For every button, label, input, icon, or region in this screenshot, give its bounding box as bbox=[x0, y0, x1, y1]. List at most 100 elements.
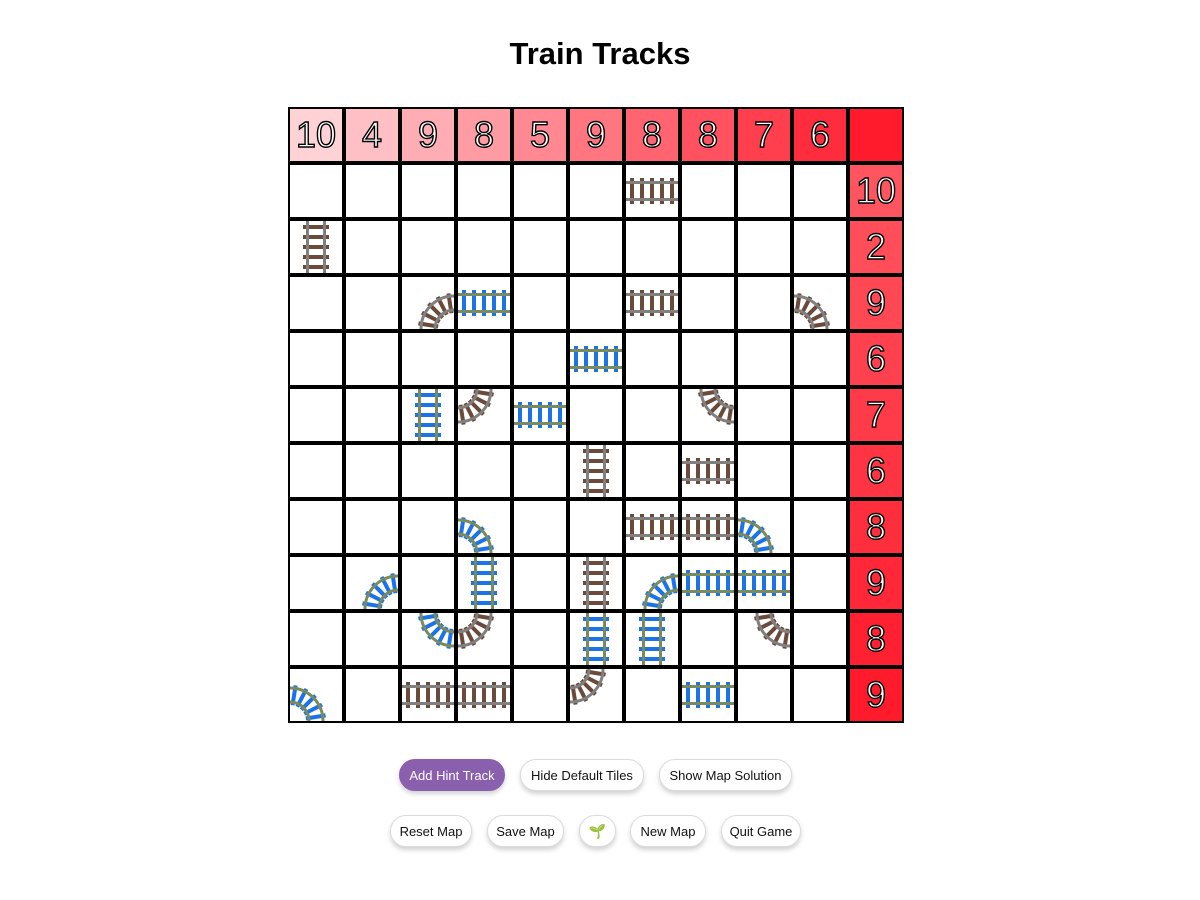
grid-cell-r8-c3[interactable] bbox=[400, 555, 456, 611]
grid-cell-r10-c7[interactable] bbox=[624, 667, 680, 723]
grid-cell-r8-c7[interactable] bbox=[624, 555, 680, 611]
grid-cell-r7-c4[interactable] bbox=[456, 499, 512, 555]
grid-cell-r2-c7[interactable] bbox=[624, 219, 680, 275]
grid-cell-r2-c6[interactable] bbox=[568, 219, 624, 275]
grid-cell-r8-c8[interactable] bbox=[680, 555, 736, 611]
grid-cell-r3-c8[interactable] bbox=[680, 275, 736, 331]
grid-cell-r5-c9[interactable] bbox=[736, 387, 792, 443]
grid-cell-r5-c1[interactable] bbox=[288, 387, 344, 443]
grid-cell-r9-c7[interactable] bbox=[624, 611, 680, 667]
grid-cell-r1-c10[interactable] bbox=[792, 163, 848, 219]
grid-cell-r9-c1[interactable] bbox=[288, 611, 344, 667]
grid-cell-r1-c4[interactable] bbox=[456, 163, 512, 219]
grid-cell-r6-c3[interactable] bbox=[400, 443, 456, 499]
grid-cell-r5-c4[interactable] bbox=[456, 387, 512, 443]
grid-cell-r1-c6[interactable] bbox=[568, 163, 624, 219]
grid-cell-r7-c6[interactable] bbox=[568, 499, 624, 555]
grid-cell-r5-c5[interactable] bbox=[512, 387, 568, 443]
grid-cell-r9-c3[interactable] bbox=[400, 611, 456, 667]
grid-cell-r3-c2[interactable] bbox=[344, 275, 400, 331]
grid-cell-r2-c4[interactable] bbox=[456, 219, 512, 275]
grid-cell-r4-c2[interactable] bbox=[344, 331, 400, 387]
grid-cell-r7-c3[interactable] bbox=[400, 499, 456, 555]
grid-cell-r4-c4[interactable] bbox=[456, 331, 512, 387]
grid-cell-r2-c1[interactable] bbox=[288, 219, 344, 275]
grid-cell-r4-c7[interactable] bbox=[624, 331, 680, 387]
grid-cell-r2-c2[interactable] bbox=[344, 219, 400, 275]
grid-cell-r6-c9[interactable] bbox=[736, 443, 792, 499]
grid-cell-r4-c1[interactable] bbox=[288, 331, 344, 387]
grid-cell-r6-c5[interactable] bbox=[512, 443, 568, 499]
grid-cell-r5-c8[interactable] bbox=[680, 387, 736, 443]
grid-cell-r10-c5[interactable] bbox=[512, 667, 568, 723]
reset-map-button[interactable]: Reset Map bbox=[390, 815, 472, 847]
grid-cell-r10-c9[interactable] bbox=[736, 667, 792, 723]
grid-cell-r7-c10[interactable] bbox=[792, 499, 848, 555]
save-map-button[interactable]: Save Map bbox=[487, 815, 564, 847]
grid-cell-r8-c1[interactable] bbox=[288, 555, 344, 611]
grid-cell-r5-c7[interactable] bbox=[624, 387, 680, 443]
grid-cell-r3-c6[interactable] bbox=[568, 275, 624, 331]
grid-cell-r2-c3[interactable] bbox=[400, 219, 456, 275]
grid-cell-r2-c8[interactable] bbox=[680, 219, 736, 275]
grid-cell-r10-c3[interactable] bbox=[400, 667, 456, 723]
grid-cell-r8-c4[interactable] bbox=[456, 555, 512, 611]
grid-cell-r6-c6[interactable] bbox=[568, 443, 624, 499]
grid-cell-r1-c8[interactable] bbox=[680, 163, 736, 219]
grid-cell-r7-c5[interactable] bbox=[512, 499, 568, 555]
grid-cell-r1-c5[interactable] bbox=[512, 163, 568, 219]
grid-cell-r7-c1[interactable] bbox=[288, 499, 344, 555]
grid-cell-r3-c10[interactable] bbox=[792, 275, 848, 331]
grid-cell-r7-c7[interactable] bbox=[624, 499, 680, 555]
sprout-icon-button[interactable]: 🌱 bbox=[579, 815, 616, 847]
grid-cell-r9-c10[interactable] bbox=[792, 611, 848, 667]
grid-cell-r2-c9[interactable] bbox=[736, 219, 792, 275]
grid-cell-r4-c8[interactable] bbox=[680, 331, 736, 387]
grid-cell-r3-c5[interactable] bbox=[512, 275, 568, 331]
add-hint-track-button[interactable]: Add Hint Track bbox=[399, 759, 505, 791]
grid-cell-r8-c5[interactable] bbox=[512, 555, 568, 611]
grid-cell-r6-c10[interactable] bbox=[792, 443, 848, 499]
hide-default-tiles-button[interactable]: Hide Default Tiles bbox=[520, 759, 644, 791]
grid-cell-r7-c2[interactable] bbox=[344, 499, 400, 555]
grid-cell-r10-c1[interactable] bbox=[288, 667, 344, 723]
grid-cell-r10-c10[interactable] bbox=[792, 667, 848, 723]
grid-cell-r5-c6[interactable] bbox=[568, 387, 624, 443]
grid-cell-r1-c1[interactable] bbox=[288, 163, 344, 219]
grid-cell-r10-c4[interactable] bbox=[456, 667, 512, 723]
grid-cell-r5-c10[interactable] bbox=[792, 387, 848, 443]
grid-cell-r3-c3[interactable] bbox=[400, 275, 456, 331]
grid-cell-r6-c1[interactable] bbox=[288, 443, 344, 499]
grid-cell-r1-c2[interactable] bbox=[344, 163, 400, 219]
new-map-button[interactable]: New Map bbox=[630, 815, 706, 847]
grid-cell-r9-c6[interactable] bbox=[568, 611, 624, 667]
grid-cell-r3-c1[interactable] bbox=[288, 275, 344, 331]
grid-cell-r1-c9[interactable] bbox=[736, 163, 792, 219]
quit-game-button[interactable]: Quit Game bbox=[721, 815, 801, 847]
grid-cell-r4-c10[interactable] bbox=[792, 331, 848, 387]
grid-cell-r5-c2[interactable] bbox=[344, 387, 400, 443]
grid-cell-r4-c6[interactable] bbox=[568, 331, 624, 387]
grid-cell-r6-c2[interactable] bbox=[344, 443, 400, 499]
grid-cell-r7-c8[interactable] bbox=[680, 499, 736, 555]
grid-cell-r4-c5[interactable] bbox=[512, 331, 568, 387]
grid-cell-r10-c8[interactable] bbox=[680, 667, 736, 723]
grid-cell-r5-c3[interactable] bbox=[400, 387, 456, 443]
grid-cell-r8-c9[interactable] bbox=[736, 555, 792, 611]
grid-cell-r2-c10[interactable] bbox=[792, 219, 848, 275]
grid-cell-r8-c2[interactable] bbox=[344, 555, 400, 611]
grid-cell-r3-c4[interactable] bbox=[456, 275, 512, 331]
grid-cell-r1-c7[interactable] bbox=[624, 163, 680, 219]
grid-cell-r3-c9[interactable] bbox=[736, 275, 792, 331]
grid-cell-r9-c4[interactable] bbox=[456, 611, 512, 667]
grid-cell-r10-c6[interactable] bbox=[568, 667, 624, 723]
show-map-solution-button[interactable]: Show Map Solution bbox=[659, 759, 792, 791]
grid-cell-r4-c3[interactable] bbox=[400, 331, 456, 387]
grid-cell-r4-c9[interactable] bbox=[736, 331, 792, 387]
grid-cell-r1-c3[interactable] bbox=[400, 163, 456, 219]
grid-cell-r9-c8[interactable] bbox=[680, 611, 736, 667]
grid-cell-r7-c9[interactable] bbox=[736, 499, 792, 555]
grid-cell-r6-c4[interactable] bbox=[456, 443, 512, 499]
grid-cell-r6-c8[interactable] bbox=[680, 443, 736, 499]
grid-cell-r10-c2[interactable] bbox=[344, 667, 400, 723]
